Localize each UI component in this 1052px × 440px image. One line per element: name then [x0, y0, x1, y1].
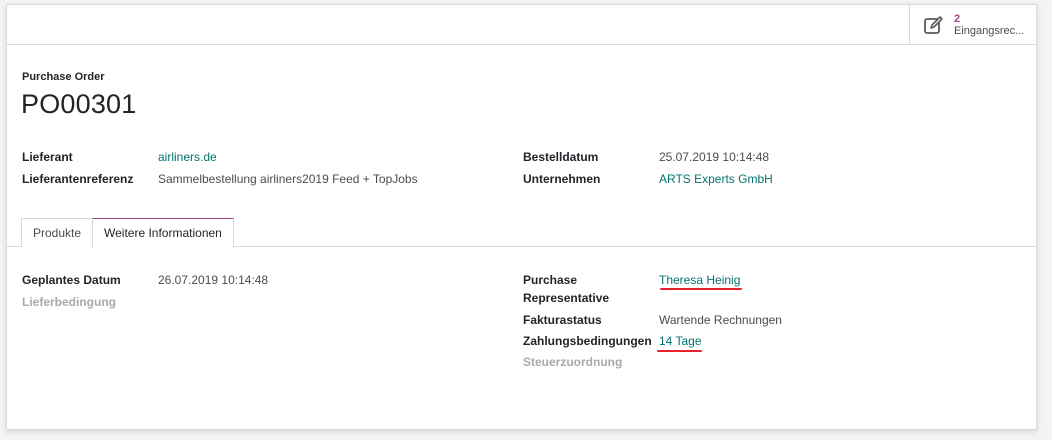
- tab-other-info[interactable]: Weitere Informationen: [92, 218, 234, 248]
- payment-terms-label: Zahlungsbedingungen: [523, 334, 652, 348]
- purchase-rep-label-line1: Purchase: [523, 273, 578, 287]
- payment-terms-link[interactable]: 14 Tage: [659, 334, 702, 348]
- vendor-link[interactable]: airliners.de: [158, 150, 217, 164]
- order-number: PO00301: [21, 89, 137, 119]
- pencil-square-icon: [924, 16, 943, 34]
- vendor-reference-value: Sammelbestellung airliners2019 Feed + To…: [158, 172, 418, 186]
- order-date-label: Bestelldatum: [523, 150, 599, 164]
- company-link[interactable]: ARTS Experts GmbH: [659, 172, 773, 186]
- smart-button-text: 2 Eingangsrec...: [954, 13, 1024, 37]
- vendor-label: Lieferant: [22, 150, 73, 164]
- planned-date-value: 26.07.2019 10:14:48: [158, 273, 269, 287]
- vendor-bills-smart-button[interactable]: 2 Eingangsrec...: [909, 5, 1036, 45]
- tab-products[interactable]: Produkte: [21, 218, 94, 247]
- vendor-reference-label: Lieferantenreferenz: [22, 172, 134, 186]
- form-sheet: 2 Eingangsrec... Purchase Order PO00301 …: [6, 4, 1037, 430]
- billing-status-value: Wartende Rechnungen: [659, 313, 782, 327]
- purchase-rep-link[interactable]: Theresa Heinig: [659, 273, 740, 287]
- planned-date-label: Geplantes Datum: [22, 273, 121, 287]
- fiscal-position-label: Steuerzuordnung: [523, 355, 623, 369]
- purchase-rep-underline-highlight: [660, 288, 742, 290]
- company-label: Unternehmen: [523, 172, 601, 186]
- document-type-label: Purchase Order: [22, 71, 105, 83]
- vendor-bills-label: Eingangsrec...: [954, 25, 1025, 37]
- order-date-value: 25.07.2019 10:14:48: [659, 150, 770, 164]
- vendor-bills-count: 2: [954, 13, 961, 25]
- button-box: 2 Eingangsrec...: [7, 5, 1036, 45]
- billing-status-label: Fakturastatus: [523, 313, 602, 327]
- incoterm-label: Lieferbedingung: [22, 295, 116, 309]
- purchase-rep-label-line2: Representative: [523, 291, 610, 305]
- payment-terms-underline-highlight: [657, 350, 702, 352]
